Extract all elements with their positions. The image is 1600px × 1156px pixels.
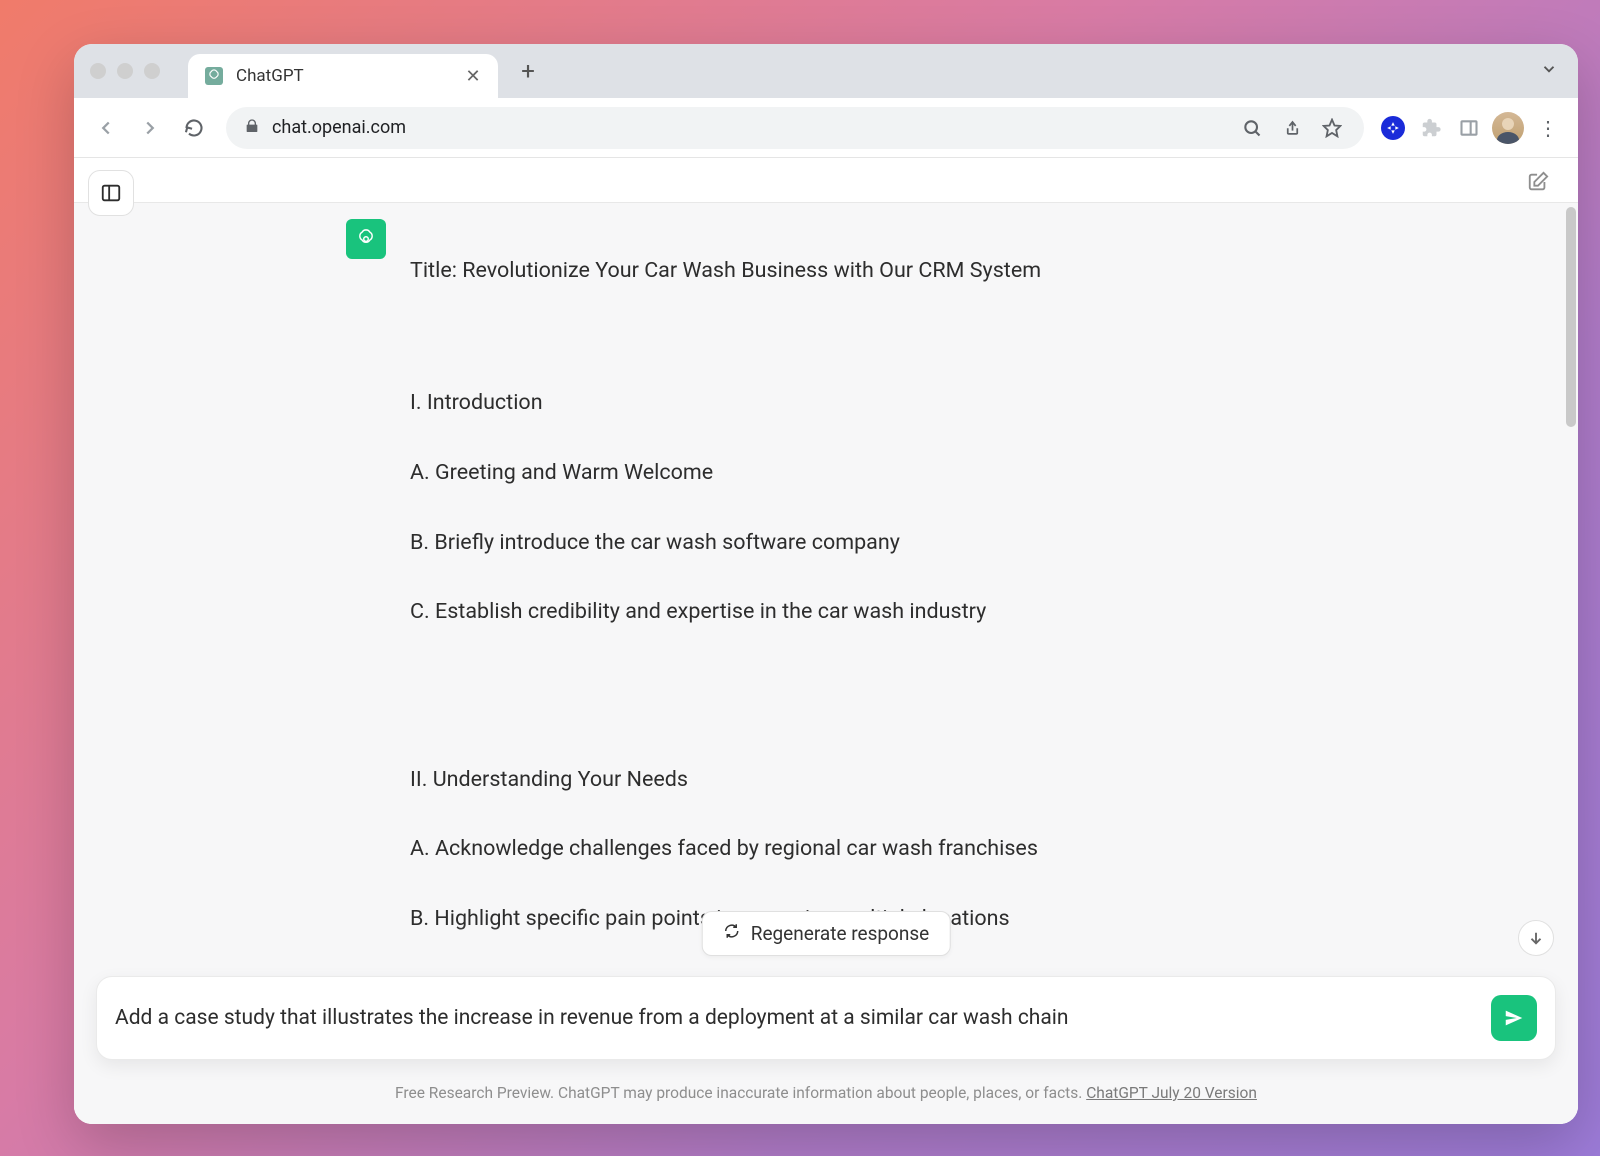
address-bar-row: chat.openai.com ⋮ xyxy=(74,98,1578,158)
browser-tab[interactable]: ChatGPT ✕ xyxy=(188,54,498,98)
browser-window: ChatGPT ✕ + chat.openai.com xyxy=(74,44,1578,1124)
outline-item: C. Establish credibility and expertise i… xyxy=(410,595,1128,630)
new-chat-button[interactable] xyxy=(1522,166,1554,198)
section-heading: II. Understanding Your Needs xyxy=(410,763,1128,798)
chatgpt-app: Title: Revolutionize Your Car Wash Busin… xyxy=(74,158,1578,1124)
browser-menu-button[interactable]: ⋮ xyxy=(1532,116,1564,140)
profile-avatar[interactable] xyxy=(1492,112,1524,144)
version-link[interactable]: ChatGPT July 20 Version xyxy=(1086,1084,1257,1102)
scroll-to-bottom-button[interactable] xyxy=(1518,920,1554,956)
outline-item: A. Greeting and Warm Welcome xyxy=(410,456,1128,491)
extension-circle-icon[interactable] xyxy=(1378,113,1408,143)
bookmark-star-icon[interactable] xyxy=(1318,118,1346,138)
sidebar-toggle-button[interactable] xyxy=(88,170,134,216)
tab-bar: ChatGPT ✕ + xyxy=(74,44,1578,98)
regenerate-label: Regenerate response xyxy=(751,922,930,945)
send-button[interactable] xyxy=(1491,995,1537,1041)
disclaimer-text: Free Research Preview. ChatGPT may produ… xyxy=(395,1084,1086,1102)
forward-button[interactable] xyxy=(132,110,168,146)
chatgpt-avatar-icon xyxy=(346,219,386,259)
panel-icon[interactable] xyxy=(1454,113,1484,143)
response-title: Title: Revolutionize Your Car Wash Busin… xyxy=(410,254,1128,289)
url-text: chat.openai.com xyxy=(272,117,1226,138)
address-bar[interactable]: chat.openai.com xyxy=(226,107,1364,149)
reload-button[interactable] xyxy=(176,110,212,146)
message-input[interactable] xyxy=(115,1006,1491,1030)
extensions-puzzle-icon[interactable] xyxy=(1416,113,1446,143)
back-button[interactable] xyxy=(88,110,124,146)
close-tab-button[interactable]: ✕ xyxy=(464,66,482,87)
section-heading: I. Introduction xyxy=(410,386,1128,421)
tabs-dropdown-button[interactable] xyxy=(1540,60,1558,82)
maximize-window-button[interactable] xyxy=(144,63,160,79)
chatgpt-favicon-icon xyxy=(204,66,224,86)
outline-item: B. Briefly introduce the car wash softwa… xyxy=(410,526,1128,561)
disclaimer: Free Research Preview. ChatGPT may produ… xyxy=(74,1084,1578,1102)
search-icon[interactable] xyxy=(1238,118,1266,138)
refresh-icon xyxy=(723,922,741,945)
app-header xyxy=(74,158,1578,202)
minimize-window-button[interactable] xyxy=(117,63,133,79)
share-icon[interactable] xyxy=(1278,118,1306,137)
chat-area: Title: Revolutionize Your Car Wash Busin… xyxy=(74,202,1578,1124)
traffic-lights xyxy=(90,63,160,79)
tab-title: ChatGPT xyxy=(236,66,452,86)
outline-item: A. Acknowledge challenges faced by regio… xyxy=(410,832,1128,867)
message-input-container xyxy=(96,976,1556,1060)
lock-icon xyxy=(244,118,260,138)
new-tab-button[interactable]: + xyxy=(512,55,544,87)
close-window-button[interactable] xyxy=(90,63,106,79)
regenerate-response-button[interactable]: Regenerate response xyxy=(702,911,951,956)
